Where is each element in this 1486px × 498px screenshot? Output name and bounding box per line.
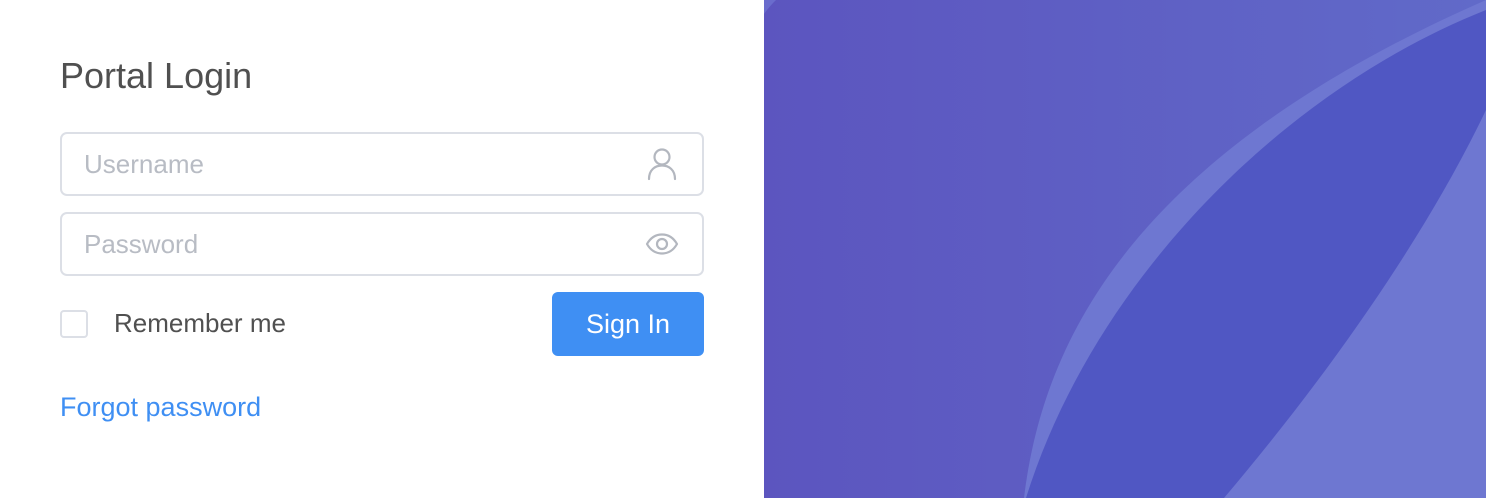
- eye-icon[interactable]: [644, 226, 680, 262]
- remember-me-control[interactable]: Remember me: [60, 308, 286, 339]
- username-field[interactable]: [60, 132, 704, 196]
- login-page: Portal Login Remember me Si: [0, 0, 1486, 498]
- password-input[interactable]: [62, 214, 644, 274]
- login-panel: Portal Login Remember me Si: [0, 0, 764, 498]
- username-input[interactable]: [62, 134, 644, 194]
- sign-in-button[interactable]: Sign In: [552, 292, 704, 356]
- decorative-background-panel: [764, 0, 1486, 498]
- user-icon: [644, 146, 680, 182]
- page-title: Portal Login: [60, 55, 253, 96]
- forgot-password-link[interactable]: Forgot password: [60, 392, 261, 423]
- password-field[interactable]: [60, 212, 704, 276]
- remember-me-label[interactable]: Remember me: [114, 308, 286, 339]
- decorative-background-art: [764, 0, 1486, 498]
- remember-me-checkbox[interactable]: [60, 309, 88, 338]
